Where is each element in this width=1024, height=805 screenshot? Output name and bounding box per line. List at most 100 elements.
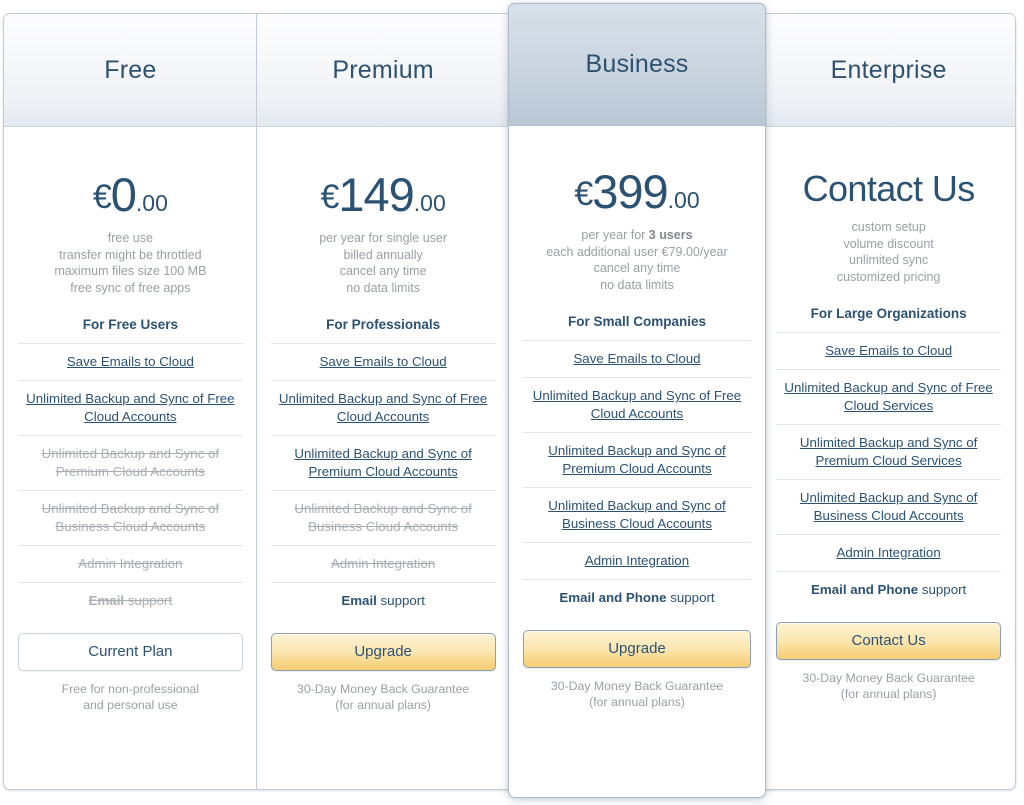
- feature-label: Unlimited Backup and Sync of Premium Clo…: [294, 446, 472, 479]
- feature-row[interactable]: Save Emails to Cloud: [776, 332, 1001, 369]
- plan-name-enterprise: Enterprise: [830, 55, 947, 84]
- price-note-text: customized pricing: [836, 269, 941, 284]
- currency-symbol: €: [92, 178, 112, 216]
- price-cents: .00: [667, 187, 700, 213]
- cta-button-free[interactable]: Current Plan: [18, 633, 243, 671]
- feature-row[interactable]: Save Emails to Cloud: [18, 343, 243, 380]
- price-note-line: billed annually: [271, 247, 496, 264]
- price-amount: 0: [110, 168, 137, 221]
- price-cents: .00: [135, 190, 168, 216]
- feature-label: Unlimited Backup and Sync of Free Cloud …: [784, 380, 993, 413]
- plan-column-premium: Premium €149.00 per year for single user bi…: [255, 14, 510, 789]
- price-block-enterprise: Contact Us custom setup volume discount unl…: [776, 126, 1001, 285]
- feature-row[interactable]: Save Emails to Cloud: [270, 343, 496, 380]
- feature-label: Save Emails to Cloud: [825, 343, 953, 358]
- feature-row[interactable]: Unlimited Backup and Sync of Free Cloud …: [776, 369, 1001, 424]
- plan-body-enterprise: Contact Us custom setup volume discount unl…: [762, 126, 1015, 702]
- price-note-line: maximum files size 100 MB: [18, 263, 243, 280]
- price-note-line: customized pricing: [776, 269, 1001, 286]
- price-amount: Contact Us: [802, 168, 976, 209]
- price-note-line: no data limits: [523, 277, 751, 294]
- support-channels: Email: [341, 593, 377, 608]
- feature-label: Unlimited Backup and Sync of Premium Clo…: [548, 443, 726, 476]
- plan-header-business: Business: [509, 4, 765, 126]
- plan-body-free: €0.00 free use transfer might be throttled…: [4, 126, 257, 713]
- feature-row[interactable]: Admin Integration: [776, 534, 1001, 571]
- price-note-text: free sync of free apps: [70, 280, 191, 295]
- price-note-line: free sync of free apps: [18, 280, 243, 297]
- cta-area-free: Current Plan Free for non-professional and…: [18, 619, 243, 713]
- feature-row[interactable]: Unlimited Backup and Sync of Business Cl…: [776, 479, 1001, 534]
- price-block-premium: €149.00 per year for single user billed an…: [271, 126, 496, 296]
- price-note-line: per year for single user: [271, 230, 496, 247]
- plan-audience-premium: For Professionals: [326, 317, 441, 332]
- price-note-text: maximum files size 100 MB: [54, 264, 207, 278]
- feature-label: Unlimited Backup and Sync of Business Cl…: [548, 498, 726, 531]
- price-note-text: cancel any time: [593, 261, 681, 275]
- plan-column-enterprise: Enterprise Contact Us custom setup volume d…: [761, 14, 1015, 789]
- support-channels: Email and Phone: [811, 582, 919, 597]
- feature-row[interactable]: Unlimited Backup and Sync of Free Cloud …: [270, 380, 496, 435]
- feature-list-free: Save Emails to Cloud Unlimited Backup and…: [18, 343, 243, 619]
- feature-label: Save Emails to Cloud: [66, 354, 194, 369]
- plan-body-business: €399.00 per year for 3 users each addition…: [509, 126, 765, 710]
- feature-label: Admin Integration: [331, 556, 436, 571]
- currency-symbol: €: [320, 178, 339, 216]
- price-note-text: no data limits: [346, 280, 420, 295]
- plan-price-enterprise: Contact Us: [776, 171, 1001, 207]
- cta-button-premium[interactable]: Upgrade: [270, 633, 496, 671]
- feature-list-premium: Save Emails to Cloud Unlimited Backup and…: [270, 343, 496, 619]
- feature-row[interactable]: Admin Integration: [523, 542, 751, 579]
- price-note-text: per year for: [581, 228, 649, 242]
- support-suffix: support: [376, 593, 425, 608]
- support-row: Email support: [18, 582, 243, 619]
- support-suffix: support: [666, 590, 715, 605]
- plan-audience-business: For Small Companies: [567, 314, 707, 329]
- price-notes-business: per year for 3 users each additional user…: [523, 227, 751, 293]
- cta-button-enterprise[interactable]: Contact Us: [776, 622, 1001, 660]
- plan-price-free: €0.00: [18, 171, 243, 218]
- price-note-text: cancel any time: [339, 264, 427, 278]
- price-note-line: no data limits: [271, 280, 496, 297]
- feature-label: Unlimited Backup and Sync of Business Cl…: [294, 501, 472, 534]
- price-note-text: custom setup: [851, 220, 926, 234]
- feature-list-enterprise: Save Emails to Cloud Unlimited Backup and…: [776, 332, 1001, 608]
- feature-row[interactable]: Unlimited Backup and Sync of Free Cloud …: [523, 377, 751, 432]
- feature-label: Unlimited Backup and Sync of Free Cloud …: [278, 391, 488, 424]
- feature-label: Admin Integration: [78, 556, 183, 571]
- price-note-text: unlimited sync: [849, 253, 929, 267]
- plan-name-business: Business: [585, 50, 689, 78]
- cta-area-business: Upgrade 30-Day Money Back Guarantee (for a…: [523, 616, 751, 710]
- price-note-line: volume discount: [776, 236, 1001, 253]
- pricing-table-screen: Free €0.00 free use transfer might be throt…: [0, 0, 1024, 805]
- feature-label: Admin Integration: [584, 553, 690, 568]
- price-notes-enterprise: custom setup volume discount unlimited syn…: [776, 219, 1001, 285]
- feature-row[interactable]: Unlimited Backup and Sync of Premium Clo…: [776, 424, 1001, 479]
- feature-label: Unlimited Backup and Sync of Free Cloud …: [26, 391, 235, 424]
- support-row: Email and Phone support: [523, 579, 751, 616]
- feature-label: Unlimited Backup and Sync of Premium Clo…: [799, 435, 978, 468]
- plan-price-premium: €149.00: [271, 171, 496, 218]
- price-note-line: cancel any time: [523, 260, 751, 277]
- cta-button-business[interactable]: Upgrade: [523, 630, 751, 668]
- feature-row[interactable]: Unlimited Backup and Sync of Premium Clo…: [523, 432, 751, 487]
- currency-symbol: €: [574, 175, 593, 213]
- feature-label: Unlimited Backup and Sync of Business Cl…: [41, 501, 220, 534]
- price-note-line: each additional user €79.00/year: [523, 244, 751, 261]
- feature-row[interactable]: Unlimited Backup and Sync of Premium Clo…: [270, 435, 496, 490]
- price-notes-premium: per year for single user billed annually c…: [271, 230, 496, 296]
- feature-label: Unlimited Backup and Sync of Business Cl…: [799, 490, 978, 523]
- plan-name-premium: Premium: [332, 55, 434, 84]
- feature-row[interactable]: Unlimited Backup and Sync of Business Cl…: [523, 487, 751, 542]
- feature-list-business: Save Emails to Cloud Unlimited Backup and…: [523, 340, 751, 616]
- feature-row: Unlimited Backup and Sync of Business Cl…: [270, 490, 496, 545]
- plan-audience-enterprise: For Large Organizations: [810, 306, 967, 321]
- feature-row[interactable]: Save Emails to Cloud: [523, 340, 751, 377]
- feature-row: Admin Integration: [18, 545, 243, 582]
- price-note-text: each additional user €79.00/year: [546, 244, 728, 259]
- feature-row[interactable]: Unlimited Backup and Sync of Free Cloud …: [18, 380, 243, 435]
- cta-area-enterprise: Contact Us 30-Day Money Back Guarantee (fo…: [776, 608, 1001, 702]
- price-note-line: per year for 3 users: [523, 227, 751, 244]
- price-note-line: custom setup: [776, 219, 1001, 236]
- featured-plan-card-business[interactable]: Business €399.00 per year for 3 users each …: [508, 3, 766, 798]
